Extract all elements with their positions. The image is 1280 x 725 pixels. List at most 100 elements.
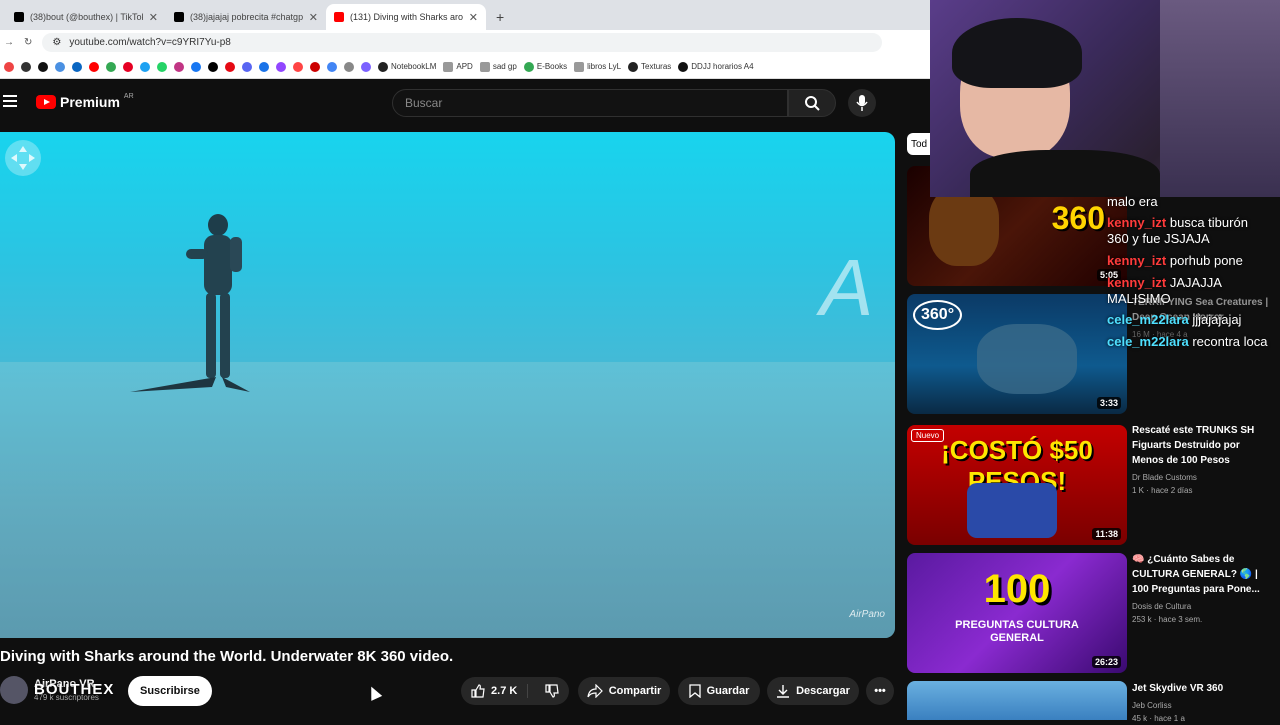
more-actions-button[interactable]: ••• [866, 677, 894, 705]
bookmark-icon[interactable] [72, 61, 82, 72]
browser-tab-tiktok-1[interactable]: (38)bout (@bouthex) | TikTok ✕ [6, 4, 166, 30]
back-icon[interactable]: → [4, 37, 14, 48]
save-label: Guardar [706, 685, 750, 697]
channel-avatar[interactable] [0, 676, 28, 704]
bookmark-icon[interactable] [123, 61, 133, 72]
chat-username: cele_m22lara [1107, 312, 1189, 327]
share-button[interactable]: Compartir [578, 677, 670, 705]
bookmark-icon[interactable] [38, 61, 48, 72]
url-field[interactable]: ⚙ youtube.com/watch?v=c9YRI7Yu-p8 [42, 33, 883, 52]
like-dislike-group: 2.7 K [461, 677, 569, 705]
video-duration: 26:23 [1091, 656, 1121, 668]
bookmarks-bar: NotebookLM APD sad gp E-Books libros LyL… [0, 55, 930, 79]
youtube-logo[interactable]: Premium AR [36, 93, 134, 110]
bookmark-icon[interactable] [55, 61, 65, 72]
save-button[interactable]: Guardar [678, 677, 760, 705]
chat-text: malo era [1107, 194, 1158, 209]
browser-tab-youtube[interactable]: (131) Diving with Sharks aroun... ✕ [326, 4, 486, 30]
sidebar-video-meta: 1 K · hace 2 días [1132, 486, 1193, 495]
sea-creature [977, 324, 1077, 394]
bookmark-icon[interactable] [21, 61, 31, 72]
sidebar-thumbnail-2[interactable]: 360° 3:33 [907, 294, 1127, 414]
streamer-overlay-text: BOUTHEX [34, 681, 115, 698]
bookmark-icon[interactable] [106, 61, 116, 72]
bookmark-icon[interactable] [157, 61, 167, 72]
bookmark-notebooklm[interactable]: NotebookLM [378, 61, 436, 72]
bookmark-icon[interactable] [208, 61, 218, 72]
360-pan-control[interactable] [5, 140, 41, 176]
close-tab-icon[interactable]: ✕ [469, 11, 478, 24]
thumbnail-360-badge: 360° [913, 300, 963, 330]
bookmark-label: E-Books [536, 62, 568, 71]
bookmark-icon [378, 61, 388, 72]
sidebar-video-meta: 253 k · hace 3 sem. [1132, 615, 1203, 624]
menu-icon[interactable] [3, 95, 17, 107]
bookmark-libros[interactable]: libros LyL [574, 61, 621, 72]
youtube-icon [334, 12, 344, 22]
video-duration: 3:33 [1096, 397, 1121, 409]
browser-tab-bar: (38)bout (@bouthex) | TikTok ✕ (38)jajaj… [0, 0, 930, 30]
video-overlay-letter: A [820, 243, 874, 332]
drive-icon [523, 61, 534, 72]
bookmark-ebooks[interactable]: E-Books [523, 61, 568, 72]
dislike-button[interactable] [534, 684, 569, 698]
bookmark-icon[interactable] [89, 61, 99, 72]
voice-search-button[interactable] [848, 89, 876, 117]
bookmark-icon[interactable] [191, 61, 201, 72]
thumbnail-360-text: 360 [1051, 200, 1105, 236]
bookmark-ddjj[interactable]: DDJJ horarios A4 [678, 61, 754, 72]
close-tab-icon[interactable]: ✕ [149, 11, 158, 24]
bookmark-icon[interactable] [293, 61, 303, 72]
bookmark-label: sad gp [492, 62, 517, 71]
search-button[interactable] [788, 89, 836, 117]
search-input[interactable]: Buscar [392, 89, 788, 117]
bookmark-icon[interactable] [242, 61, 252, 72]
new-tab-button[interactable]: + [486, 4, 514, 30]
microphone-icon [856, 95, 868, 111]
sidebar-thumbnail-3[interactable]: Nuevo ¡COSTÓ $50 PESOS! 11:38 [907, 425, 1127, 545]
download-label: Descargar [796, 685, 850, 697]
bookmark-icon[interactable] [4, 61, 14, 72]
tab-title: (38)jajajaj pobrecita #chatgpt # [190, 12, 303, 22]
video-watermark: AirPano [849, 609, 885, 620]
download-icon [777, 685, 790, 698]
tab-title: (131) Diving with Sharks aroun... [350, 12, 463, 22]
action-figure [967, 483, 1057, 538]
thumbs-up-icon [471, 684, 485, 698]
sidebar-thumbnail-4[interactable]: 100 PREGUNTAS CULTURA GENERAL 26:23 [907, 553, 1127, 673]
sidebar-info-3[interactable]: Rescaté este TRUNKS SH Figuarts Destruid… [1132, 423, 1272, 497]
bookmark-apd[interactable]: APD [443, 61, 473, 72]
reload-icon[interactable]: ↻ [24, 37, 32, 48]
bookmark-icon[interactable] [259, 61, 269, 72]
chat-username: kenny_izt [1107, 275, 1167, 290]
chat-text: recontra loca [1192, 334, 1268, 349]
search-icon [805, 96, 820, 111]
site-info-icon[interactable]: ⚙ [52, 37, 61, 48]
thumbnail-subtitle: PREGUNTAS CULTURA GENERAL [955, 619, 1079, 644]
chat-username: cele_m22lara [1107, 334, 1189, 349]
bookmark-texturas[interactable]: Texturas [628, 61, 671, 72]
bookmark-sad-gp[interactable]: sad gp [479, 61, 517, 72]
bookmark-icon[interactable] [140, 61, 150, 72]
subscribe-button[interactable]: Suscribirse [128, 676, 212, 706]
folder-icon [574, 61, 585, 72]
bookmark-icon[interactable] [361, 61, 371, 72]
sidebar-info-5[interactable]: Jet Skydive VR 360 Jeb Corliss 45 k · ha… [1132, 681, 1272, 725]
sidebar-video-title: 🧠 ¿Cuánto Sabes de CULTURA GENERAL? 🌎 | … [1132, 554, 1260, 595]
chat-message: kenny_izt JAJAJJA MALISIMO [1107, 275, 1272, 307]
close-tab-icon[interactable]: ✕ [309, 11, 318, 24]
download-button[interactable]: Descargar [767, 677, 859, 705]
bookmark-icon[interactable] [174, 61, 184, 72]
compass-icon [11, 146, 35, 170]
bookmark-icon[interactable] [310, 61, 320, 72]
bookmark-icon[interactable] [327, 61, 337, 72]
sidebar-thumbnail-5[interactable] [907, 681, 1127, 720]
bookmark-icon[interactable] [276, 61, 286, 72]
bookmark-icon[interactable] [225, 61, 235, 72]
like-button[interactable]: 2.7 K [461, 684, 529, 698]
sidebar-info-4[interactable]: 🧠 ¿Cuánto Sabes de CULTURA GENERAL? 🌎 | … [1132, 552, 1272, 626]
browser-tab-tiktok-2[interactable]: (38)jajajaj pobrecita #chatgpt # ✕ [166, 4, 326, 30]
filter-chip-all[interactable]: Tod [907, 133, 931, 155]
video-player[interactable]: A AirPano [0, 132, 895, 638]
bookmark-icon[interactable] [344, 61, 354, 72]
